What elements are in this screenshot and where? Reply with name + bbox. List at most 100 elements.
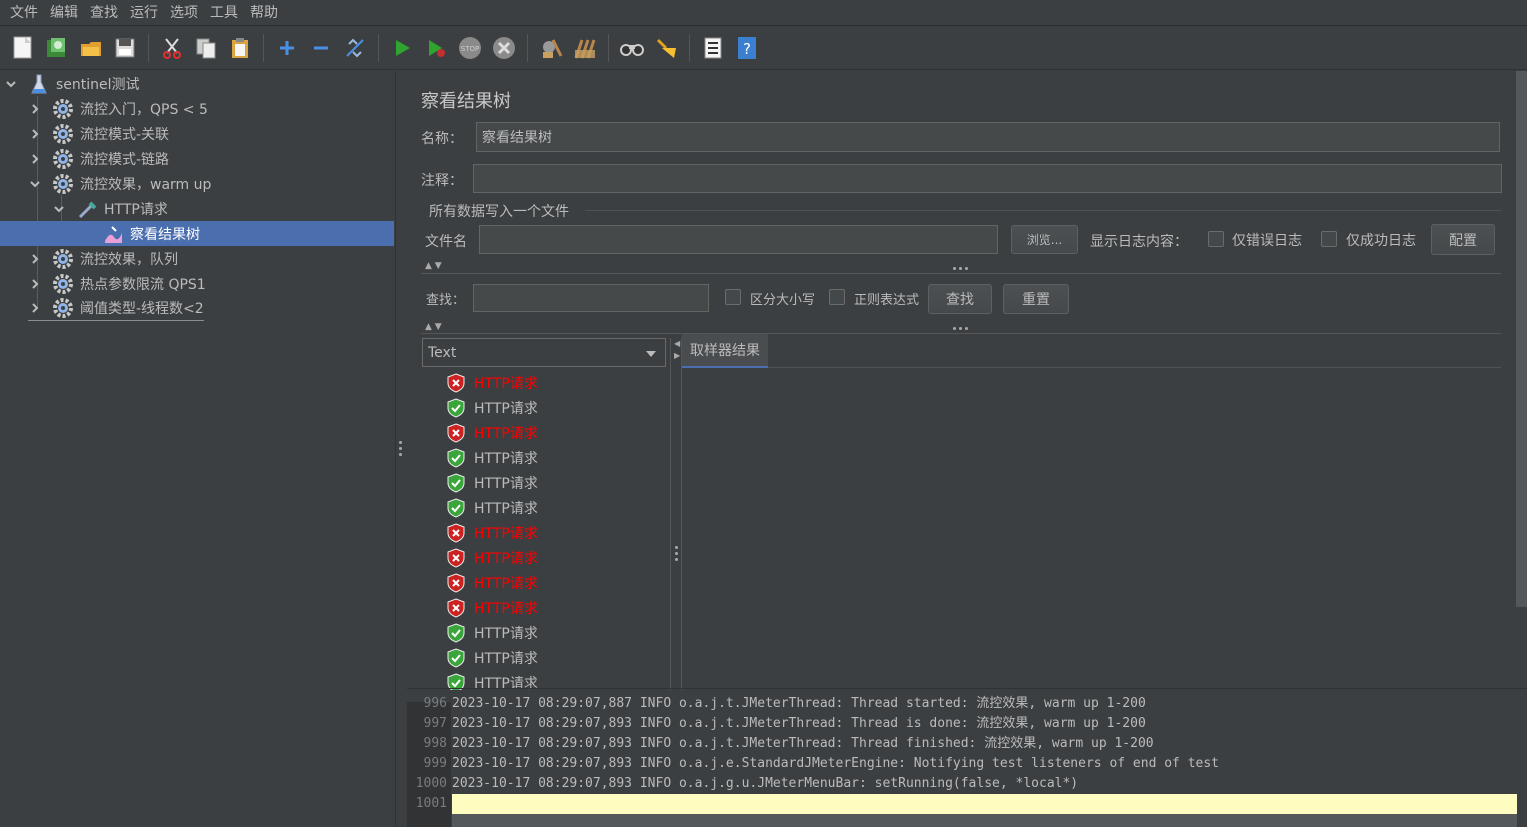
renderer-select[interactable]: Text (422, 338, 666, 367)
tree-item-thread-group[interactable]: 热点参数限流 QPS1 (28, 271, 206, 296)
filename-field[interactable] (479, 225, 998, 254)
tree-item-view-results[interactable]: 察看结果树 (0, 221, 394, 246)
tree-splitter[interactable] (395, 71, 407, 827)
start-icon[interactable] (387, 33, 417, 63)
grip-handle-icon[interactable] (953, 327, 968, 330)
tree-item-thread-group[interactable]: 流控模式-链路 (28, 146, 169, 171)
search-icon[interactable] (617, 33, 647, 63)
collapse-icon[interactable] (306, 33, 336, 63)
tree-item-http-sampler[interactable]: HTTP请求 (52, 196, 168, 221)
chevron-right-icon[interactable] (28, 152, 42, 166)
chevron-right-icon[interactable] (28, 301, 42, 315)
grip-handle-icon[interactable] (675, 546, 678, 561)
success-only-checkbox[interactable] (1321, 231, 1337, 247)
chevron-right-icon[interactable] (28, 127, 42, 141)
split-arrows-icon[interactable]: ▲ ▼ (425, 322, 442, 332)
open-icon[interactable] (76, 33, 106, 63)
grip-handle-icon[interactable] (953, 267, 968, 270)
tree-root[interactable]: sentinel测试 (4, 71, 394, 96)
tree-item-label: 流控模式-链路 (80, 151, 170, 168)
success-shield-icon (446, 647, 466, 668)
tree-item-thread-group[interactable]: 流控效果，warm up (28, 171, 211, 196)
result-row[interactable]: HTTP请求 (446, 445, 538, 470)
find-button[interactable]: 查找 (928, 284, 992, 314)
vertical-scrollbar[interactable] (1516, 71, 1527, 607)
chevron-down-icon[interactable] (52, 202, 66, 216)
tree-item-thread-group[interactable]: 流控入门，QPS < 5 (28, 96, 208, 121)
configure-button[interactable]: 配置 (1431, 224, 1495, 255)
log-line-text: 2023-10-17 08:29:07,893 INFO o.a.j.t.JMe… (452, 716, 1146, 731)
search-field[interactable] (473, 284, 709, 312)
toolbar-separator (608, 34, 609, 62)
error-shield-icon (446, 597, 466, 618)
copy-icon[interactable] (191, 33, 221, 63)
menu-run[interactable]: 运行 (124, 1, 164, 25)
expand-icon[interactable] (272, 33, 302, 63)
tree-item-thread-group[interactable]: 流控模式-关联 (28, 121, 169, 146)
menu-file[interactable]: 文件 (4, 1, 44, 25)
stop-icon[interactable]: STOP (455, 33, 485, 63)
start-no-pause-icon[interactable] (421, 33, 451, 63)
menu-tools[interactable]: 工具 (204, 1, 244, 25)
comment-label: 注释： (421, 173, 463, 189)
reset-button[interactable]: 重置 (1003, 284, 1069, 314)
result-row[interactable]: HTTP请求 (446, 395, 538, 420)
templates-icon[interactable] (42, 33, 72, 63)
tab-sampler-result[interactable]: 取样器结果 (682, 334, 768, 368)
case-sensitive-checkbox[interactable] (725, 289, 741, 305)
name-field[interactable]: 察看结果树 (476, 122, 1500, 152)
log-line: 1001 (407, 794, 1517, 814)
toolbar: STOP ? (0, 27, 1527, 70)
result-row[interactable]: HTTP请求 (446, 495, 538, 520)
menu-search[interactable]: 查找 (84, 1, 124, 25)
chevron-down-icon[interactable] (4, 77, 18, 91)
menu-options[interactable]: 选项 (164, 1, 204, 25)
save-icon[interactable] (110, 33, 140, 63)
chevron-right-icon[interactable] (28, 102, 42, 116)
errors-only-checkbox[interactable] (1208, 231, 1224, 247)
toggle-icon[interactable] (340, 33, 370, 63)
chevron-down-icon[interactable] (28, 177, 42, 191)
browse-button[interactable]: 浏览... (1011, 225, 1078, 254)
result-row[interactable]: HTTP请求 (446, 645, 538, 670)
gear-icon (52, 123, 74, 145)
svg-text:STOP: STOP (461, 45, 479, 53)
chevron-right-icon[interactable] (28, 277, 42, 291)
result-row-label: HTTP请求 (474, 500, 538, 517)
reset-search-icon[interactable] (651, 33, 681, 63)
grip-handle-icon[interactable] (399, 441, 402, 456)
result-row[interactable]: HTTP请求 (446, 620, 538, 645)
split-arrows-icon[interactable]: ◀ ▶ (674, 338, 680, 362)
new-icon[interactable] (8, 33, 38, 63)
menu-edit[interactable]: 编辑 (44, 1, 84, 25)
tree-item-label: 流控效果，warm up (80, 176, 212, 193)
result-row[interactable]: HTTP请求 (446, 570, 538, 595)
clear-icon[interactable] (536, 33, 566, 63)
menu-help[interactable]: 帮助 (244, 1, 284, 25)
chevron-right-icon[interactable] (28, 252, 42, 266)
tree-item-thread-group[interactable]: 流控效果，队列 (28, 246, 178, 271)
help-icon[interactable]: ? (732, 33, 762, 63)
result-row[interactable]: HTTP请求 (446, 595, 538, 620)
result-row[interactable]: HTTP请求 (446, 470, 538, 495)
result-row-label: HTTP请求 (474, 450, 538, 467)
split-arrows-icon[interactable]: ▲ ▼ (425, 261, 442, 271)
result-row[interactable]: HTTP请求 (446, 420, 538, 445)
function-helper-icon[interactable] (698, 33, 728, 63)
success-shield-icon (446, 497, 466, 518)
clear-all-icon[interactable] (570, 33, 600, 63)
result-row[interactable]: HTTP请求 (446, 520, 538, 545)
shutdown-icon[interactable] (489, 33, 519, 63)
paste-icon[interactable] (225, 33, 255, 63)
comment-field[interactable] (473, 164, 1502, 193)
regex-checkbox[interactable] (829, 289, 845, 305)
cut-icon[interactable] (157, 33, 187, 63)
log-line-text: 2023-10-17 08:29:07,887 INFO o.a.j.t.JMe… (452, 696, 1146, 711)
result-row[interactable]: HTTP请求 (446, 370, 538, 395)
result-row-label: HTTP请求 (474, 600, 538, 617)
result-row[interactable]: HTTP请求 (446, 545, 538, 570)
tree-item-thread-group[interactable]: 阈值类型-线程数<2 (28, 296, 204, 321)
result-splitter[interactable]: ◀ ▶ (670, 338, 682, 691)
horizontal-scrollbar[interactable] (452, 814, 1517, 827)
log-line-number: 1000 (415, 776, 447, 791)
